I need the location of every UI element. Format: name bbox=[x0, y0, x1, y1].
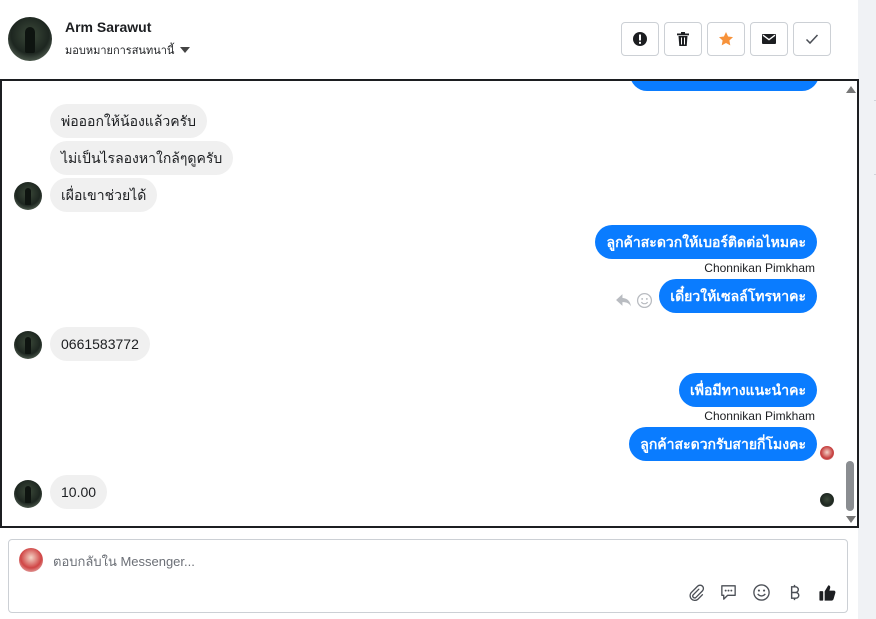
scroll-thumb[interactable] bbox=[846, 461, 854, 511]
scroll-up-arrow-icon[interactable] bbox=[846, 86, 856, 93]
exclamation-icon bbox=[633, 32, 647, 46]
mark-done-button[interactable] bbox=[793, 22, 831, 56]
composer-tools bbox=[685, 582, 837, 602]
contact-avatar-small[interactable] bbox=[14, 480, 42, 508]
message-thread[interactable]: พ่อออกให้น้องแล้วครับ ไม่เป็นไรลองหาใกล้… bbox=[0, 79, 859, 528]
thumbs-up-icon[interactable] bbox=[817, 582, 837, 602]
seen-indicator-avatar bbox=[820, 446, 834, 460]
message-bubble-out[interactable]: เดี๋ยวให้เซลล์โทรหาคะ bbox=[659, 279, 817, 313]
trash-icon bbox=[677, 32, 689, 46]
spam-button[interactable] bbox=[621, 22, 659, 56]
follow-up-button[interactable] bbox=[707, 22, 745, 56]
side-panel-edge bbox=[858, 0, 876, 619]
saved-reply-icon[interactable] bbox=[718, 582, 738, 602]
contact-avatar-small[interactable] bbox=[14, 182, 42, 210]
mark-unread-button[interactable] bbox=[750, 22, 788, 56]
paperclip-icon[interactable] bbox=[685, 582, 705, 602]
assign-label: มอบหมายการสนทนานี้ bbox=[65, 45, 175, 57]
star-icon bbox=[719, 32, 733, 46]
message-bubble-in[interactable]: 0661583772 bbox=[50, 327, 150, 361]
read-receipt-avatar bbox=[820, 493, 834, 507]
reply-input[interactable] bbox=[53, 552, 653, 570]
contact-name[interactable]: Arm Sarawut bbox=[65, 19, 151, 35]
message-bubble-in[interactable]: พ่อออกให้น้องแล้วครับ bbox=[50, 104, 208, 138]
assign-conversation-dropdown[interactable]: มอบหมายการสนทนานี้ bbox=[65, 41, 191, 59]
scroll-down-arrow-icon[interactable] bbox=[846, 516, 856, 523]
messenger-conversation-panel: Arm Sarawut มอบหมายการสนทนานี้ พ่อออกให้… bbox=[0, 0, 876, 619]
header-actions bbox=[621, 22, 831, 56]
delete-button[interactable] bbox=[664, 22, 702, 56]
envelope-icon bbox=[762, 34, 776, 44]
thread-scrollbar[interactable] bbox=[843, 81, 857, 526]
message-bubble-out[interactable]: ลูกค้าสะดวกให้เบอร์ติดต่อไหมคะ bbox=[595, 225, 817, 259]
message-bubble-out[interactable]: ลูกค้าสะดวกรับสายกี่โมงคะ bbox=[629, 427, 817, 461]
contact-avatar[interactable] bbox=[8, 17, 52, 61]
reply-composer bbox=[8, 539, 848, 613]
message-bubble-in[interactable]: เผื่อเขาช่วยได้ bbox=[50, 178, 158, 212]
emoji-icon[interactable] bbox=[751, 582, 771, 602]
message-bubble-in[interactable]: 10.00 bbox=[50, 475, 108, 509]
conversation-header: Arm Sarawut มอบหมายการสนทนานี้ bbox=[0, 0, 858, 80]
check-icon bbox=[805, 34, 819, 45]
page-avatar bbox=[19, 548, 43, 572]
sender-name: Chonnikan Pimkham bbox=[704, 409, 815, 423]
contact-avatar-small[interactable] bbox=[14, 331, 42, 359]
react-emoji-icon[interactable] bbox=[636, 292, 653, 309]
reply-icon[interactable] bbox=[615, 292, 632, 309]
message-bubble-out-partial bbox=[630, 81, 819, 91]
baht-icon[interactable] bbox=[784, 582, 804, 602]
caret-down-icon bbox=[180, 47, 191, 53]
message-bubble-in[interactable]: ไม่เป็นไรลองหาใกล้ๆดูครับ bbox=[50, 141, 234, 175]
message-bubble-out[interactable]: เพื่อมีทางแนะนำคะ bbox=[678, 373, 817, 407]
message-hover-tools bbox=[615, 292, 653, 309]
sender-name: Chonnikan Pimkham bbox=[704, 261, 815, 275]
